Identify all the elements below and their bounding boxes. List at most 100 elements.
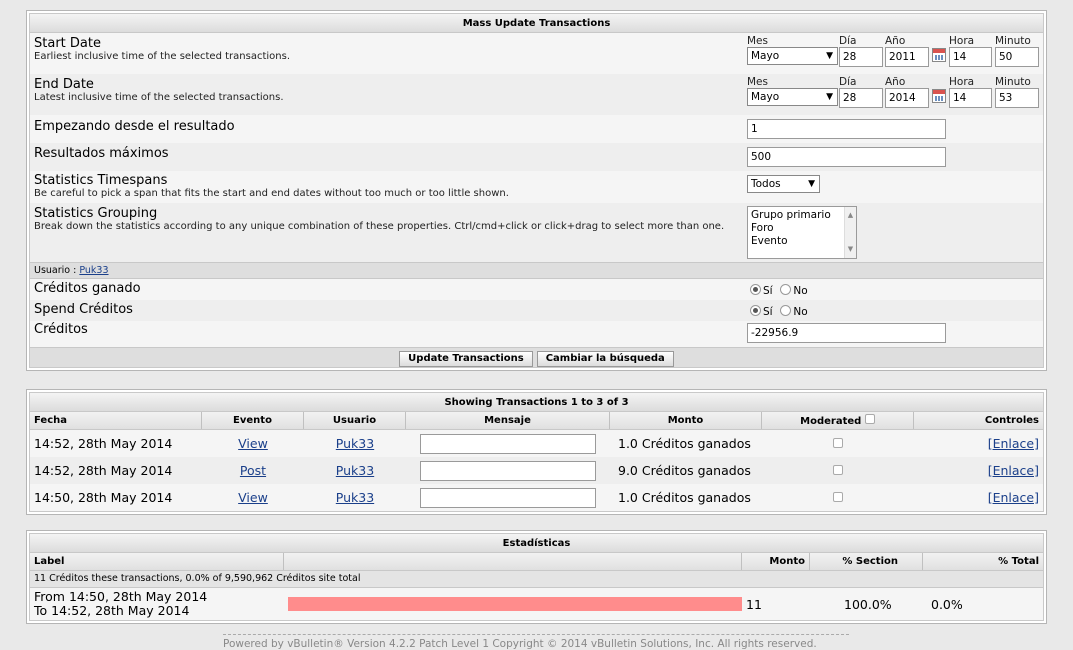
spend-creditos-no-radio[interactable] — [780, 305, 792, 316]
row-mensaje-input[interactable] — [420, 460, 596, 481]
stats-section: 100.0% — [844, 596, 892, 612]
table-row: 14:52, 28th May 2014 Post Puk33 9.0 Créd… — [30, 457, 1043, 484]
user-prefix: Usuario : — [34, 265, 80, 276]
col-total: % Total — [998, 556, 1039, 567]
end-date-desc: Latest inclusive time of the selected tr… — [34, 92, 284, 103]
start-minute-input[interactable]: 50 — [995, 47, 1039, 67]
end-calendar-icon[interactable] — [932, 89, 946, 103]
start-date-label: Start Date — [34, 36, 101, 51]
start-year-input[interactable]: 2011 — [885, 47, 929, 67]
col-mensaje: Mensaje — [406, 412, 610, 429]
end-month-select[interactable]: Mayo ▼ — [747, 88, 838, 106]
start-date-desc: Earliest inclusive time of the selected … — [34, 51, 290, 62]
start-hour-input[interactable]: 14 — [949, 47, 992, 67]
creditos-ganado-no-radio[interactable] — [780, 284, 792, 295]
end-dia-caption: Día — [839, 76, 857, 88]
timespans-row: Statistics Timespans Be careful to pick … — [30, 171, 1043, 203]
grouping-option[interactable]: Foro — [751, 222, 853, 235]
grouping-listbox[interactable]: Grupo primario Foro Evento ▲ ▼ — [747, 206, 857, 259]
start-result-input[interactable]: 1 — [747, 119, 946, 139]
start-day-input[interactable]: 28 — [839, 47, 883, 67]
statistics-header-row: Label Monto % Section % Total — [30, 553, 1043, 571]
row-evento-link[interactable]: View — [238, 436, 268, 451]
spend-creditos-yes-radio[interactable] — [750, 305, 761, 316]
creditos-ganado-row: Créditos ganado Sí No — [30, 279, 1043, 300]
statistics-summary: 11 Créditos these transactions, 0.0% of … — [30, 571, 1043, 588]
grouping-option[interactable]: Evento — [751, 235, 853, 248]
grouping-label: Statistics Grouping — [34, 206, 158, 221]
stats-to: To 14:52, 28th May 2014 — [34, 603, 190, 618]
start-dia-caption: Día — [839, 35, 857, 47]
row-moderated-checkbox[interactable] — [833, 465, 843, 475]
start-calendar-icon[interactable] — [932, 48, 946, 62]
stats-from: From 14:50, 28th May 2014 — [34, 589, 208, 604]
change-search-button[interactable]: Cambiar la búsqueda — [536, 351, 674, 367]
row-usuario-link[interactable]: Puk33 — [336, 490, 374, 505]
row-mensaje-input[interactable] — [420, 433, 596, 454]
row-evento-link[interactable]: Post — [240, 463, 266, 478]
row-monto: 9.0 Créditos ganados — [618, 463, 751, 478]
chevron-down-icon: ▼ — [826, 92, 833, 102]
start-month-select[interactable]: Mayo ▼ — [747, 47, 838, 65]
scroll-down-icon[interactable]: ▼ — [845, 243, 856, 256]
row-fecha: 14:50, 28th May 2014 — [34, 490, 173, 505]
start-minuto-caption: Minuto — [995, 35, 1031, 47]
user-link[interactable]: Puk33 — [79, 265, 108, 276]
listbox-scrollbar[interactable]: ▲ ▼ — [844, 207, 856, 258]
col-label: Label — [30, 553, 284, 570]
row-evento-link[interactable]: View — [238, 490, 268, 505]
row-usuario-link[interactable]: Puk33 — [336, 436, 374, 451]
end-year-input[interactable]: 2014 — [885, 88, 929, 108]
end-minuto-caption: Minuto — [995, 76, 1031, 88]
col-fecha: Fecha — [30, 412, 202, 429]
creditos-input[interactable]: -22956.9 — [747, 323, 946, 343]
chevron-down-icon: ▼ — [826, 51, 833, 61]
col-bar — [284, 553, 742, 570]
row-mensaje-input[interactable] — [420, 487, 596, 508]
col-controles: Controles — [984, 415, 1039, 426]
end-hora-caption: Hora — [949, 76, 975, 88]
col-moderated: Moderated — [762, 412, 914, 429]
row-fecha: 14:52, 28th May 2014 — [34, 436, 173, 451]
end-date-label: End Date — [34, 77, 94, 92]
transactions-header-row: Fecha Evento Usuario Mensaje Monto Moder… — [30, 412, 1043, 430]
creditos-row: Créditos -22956.9 — [30, 321, 1043, 347]
end-day-input[interactable]: 28 — [839, 88, 883, 108]
form-buttons: Update Transactions Cambiar la búsqueda — [30, 347, 1043, 367]
end-date-row: End Date Latest inclusive time of the se… — [30, 74, 1043, 115]
stats-total: 0.0% — [931, 596, 963, 612]
creditos-ganado-radios: Sí No — [750, 283, 812, 297]
row-enlace-link[interactable]: [Enlace] — [988, 463, 1039, 478]
start-ano-caption: Año — [885, 35, 906, 47]
max-results-input[interactable]: 500 — [747, 147, 946, 167]
row-monto: 1.0 Créditos ganados — [618, 490, 751, 505]
table-row: 14:52, 28th May 2014 View Puk33 1.0 Créd… — [30, 430, 1043, 457]
row-enlace-link[interactable]: [Enlace] — [988, 436, 1039, 451]
row-monto: 1.0 Créditos ganados — [618, 436, 751, 451]
spend-creditos-row: Spend Créditos Sí No — [30, 300, 1043, 321]
creditos-ganado-yes-radio[interactable] — [750, 284, 761, 295]
grouping-desc: Break down the statistics according to a… — [34, 221, 725, 232]
spend-creditos-label: Spend Créditos — [34, 302, 133, 317]
footer-copyright: Powered by vBulletin® Version 4.2.2 Patc… — [223, 634, 849, 650]
timespans-label: Statistics Timespans — [34, 173, 168, 188]
col-evento: Evento — [202, 412, 304, 429]
max-results-row: Resultados máximos 500 — [30, 143, 1043, 171]
row-moderated-checkbox[interactable] — [833, 438, 843, 448]
row-usuario-link[interactable]: Puk33 — [336, 463, 374, 478]
scroll-up-icon[interactable]: ▲ — [845, 209, 856, 222]
row-moderated-checkbox[interactable] — [833, 492, 843, 502]
chevron-down-icon: ▼ — [808, 179, 815, 189]
row-fecha: 14:52, 28th May 2014 — [34, 463, 173, 478]
user-category-bar: Usuario : Puk33 — [30, 262, 1043, 279]
timespans-select[interactable]: Todos ▼ — [747, 175, 820, 193]
grouping-option[interactable]: Grupo primario — [751, 209, 853, 222]
stats-bar — [288, 597, 742, 611]
moderated-all-checkbox[interactable] — [864, 414, 875, 424]
row-enlace-link[interactable]: [Enlace] — [988, 490, 1039, 505]
transactions-title: Showing Transactions 1 to 3 of 3 — [30, 393, 1043, 412]
end-minute-input[interactable]: 53 — [995, 88, 1039, 108]
end-hour-input[interactable]: 14 — [949, 88, 992, 108]
update-transactions-button[interactable]: Update Transactions — [399, 351, 533, 367]
start-date-row: Start Date Earliest inclusive time of th… — [30, 33, 1043, 74]
